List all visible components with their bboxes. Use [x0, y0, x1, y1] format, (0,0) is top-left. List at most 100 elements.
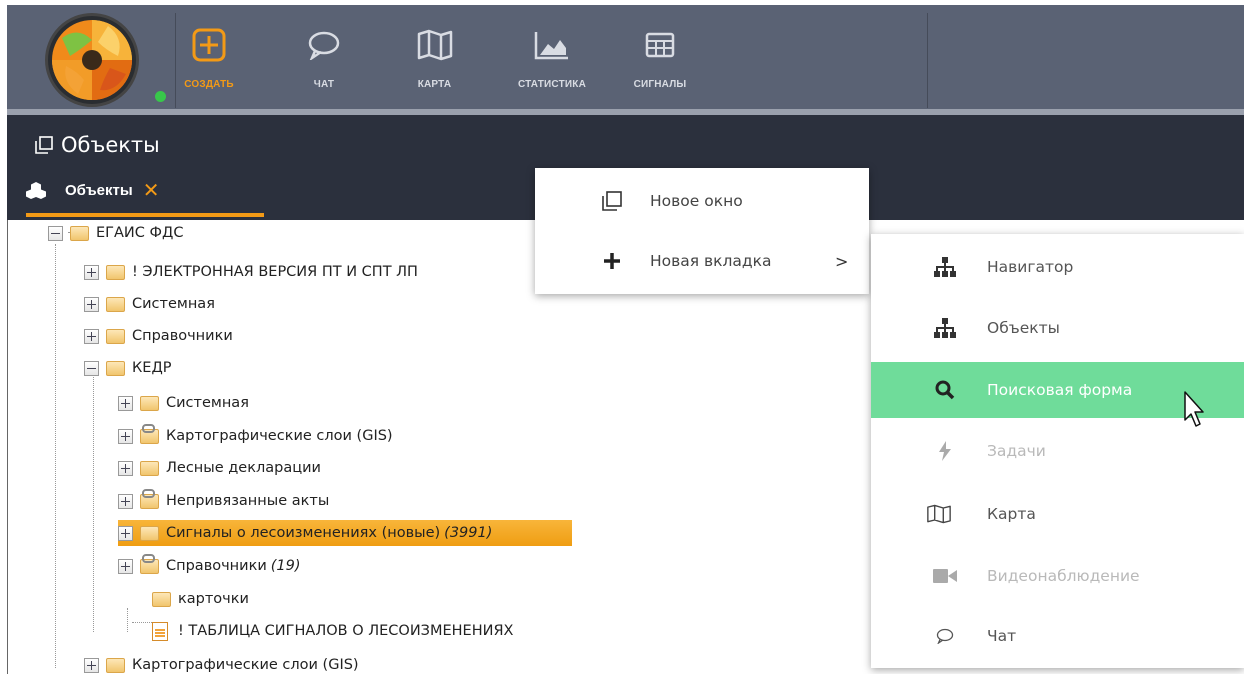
tree-node-label: КЕДР	[132, 360, 172, 376]
submenu-item-label: Задачи	[987, 442, 1046, 460]
signals-label: СИГНАЛЫ	[633, 79, 687, 90]
create-button[interactable]: СОЗДАТЬ	[179, 13, 239, 108]
expand-icon[interactable]	[118, 558, 133, 574]
new-tab-submenu: Навигатор Объекты Поисковая форма Задачи…	[871, 234, 1244, 668]
tree-guide-line	[93, 374, 94, 632]
folder-icon	[70, 225, 89, 241]
submenu-item-label: Объекты	[987, 319, 1060, 337]
tree-node[interactable]: Картографические слои (GIS)	[118, 423, 393, 449]
plus-square-icon	[189, 25, 229, 65]
submenu-item-objects[interactable]: Объекты	[871, 303, 1244, 353]
aperture-logo-icon	[52, 20, 132, 100]
tree-node-label: Справочники	[166, 558, 267, 574]
cubes-icon	[26, 182, 46, 199]
lightning-icon	[933, 439, 957, 463]
submenu-item-label: Видеонаблюдение	[987, 567, 1140, 585]
expand-icon[interactable]	[118, 525, 133, 541]
folder-icon	[106, 296, 125, 312]
context-menu: Новое окно Новая вкладка >	[535, 168, 869, 294]
folder-icon	[106, 328, 125, 344]
folder-icon	[152, 591, 171, 607]
folder-icon	[140, 395, 159, 411]
submenu-item-map[interactable]: Карта	[871, 489, 1244, 539]
submenu-item-navigator[interactable]: Навигатор	[871, 242, 1244, 292]
tree-node[interactable]: карточки	[152, 586, 249, 612]
tab-objects[interactable]: Объекты ✕	[26, 170, 159, 210]
tree-node[interactable]: ЕГАИС ФДС	[48, 220, 183, 246]
tree-guide-line	[55, 244, 56, 668]
tree-node[interactable]: Непривязанные акты	[118, 488, 329, 514]
tree-node-label: карточки	[178, 591, 249, 607]
expand-icon[interactable]	[84, 328, 99, 344]
tree-node-label: Системная	[166, 395, 249, 411]
map-icon	[415, 25, 455, 65]
statistics-label: СТАТИСТИКА	[517, 79, 587, 90]
submenu-item-label: Чат	[987, 627, 1017, 645]
page-title-text: Объекты	[61, 133, 160, 157]
tree-node[interactable]: ! ЭЛЕКТРОННАЯ ВЕРСИЯ ПТ И СПТ ЛП	[84, 259, 418, 285]
expand-icon[interactable]	[118, 493, 133, 509]
tree-node-label: Картографические слои (GIS)	[166, 428, 393, 444]
expand-icon[interactable]	[118, 460, 133, 476]
tree-node[interactable]: Справочники (19)	[118, 553, 301, 579]
submenu-item-video: Видеонаблюдение	[871, 551, 1244, 601]
toolbar-divider	[927, 13, 928, 108]
windows-icon	[35, 136, 53, 154]
chat-label: ЧАТ	[313, 79, 335, 90]
tree-node-selected[interactable]: Сигналы о лесоизменениях (новые) (3991)	[118, 520, 572, 546]
create-label: СОЗДАТЬ	[184, 79, 234, 90]
linked-folder-icon	[140, 423, 159, 444]
online-status-dot	[155, 91, 166, 102]
submenu-item-label: Поисковая форма	[987, 381, 1133, 399]
statistics-button[interactable]: СТАТИСТИКА	[507, 13, 597, 108]
expand-icon[interactable]	[118, 395, 133, 411]
menu-item-new-window[interactable]: Новое окно	[535, 170, 869, 232]
folder-icon	[106, 264, 125, 280]
plus-icon	[604, 253, 620, 269]
menu-item-label: Новое окно	[650, 192, 743, 210]
area-chart-icon	[532, 25, 572, 65]
collapse-icon[interactable]	[48, 225, 63, 241]
tree-node-label: ЕГАИС ФДС	[96, 225, 184, 241]
tree-node[interactable]: Справочники	[84, 323, 233, 349]
tree-node[interactable]: Системная	[84, 291, 215, 317]
tree-node-label: Непривязанные акты	[166, 493, 330, 509]
new-window-icon	[602, 191, 622, 211]
submenu-item-tasks: Задачи	[871, 426, 1244, 476]
tree-node-label: Лесные декларации	[166, 460, 321, 476]
chat-bubble-icon	[304, 25, 344, 65]
tree-node[interactable]: ! ТАБЛИЦА СИГНАЛОВ О ЛЕСОИЗМЕНЕНИЯХ	[150, 618, 513, 644]
linked-folder-icon	[140, 553, 159, 574]
table-grid-icon	[640, 25, 680, 65]
chat-bubble-icon	[933, 624, 957, 648]
signals-button[interactable]: СИГНАЛЫ	[625, 13, 695, 108]
map-label: КАРТА	[417, 79, 452, 90]
submenu-item-chat[interactable]: Чат	[871, 611, 1244, 661]
tab-close-icon[interactable]: ✕	[143, 180, 160, 200]
mouse-cursor-icon	[1184, 391, 1204, 427]
submenu-item-label: Карта	[987, 505, 1036, 523]
folder-icon	[140, 525, 159, 541]
map-button[interactable]: КАРТА	[407, 13, 462, 108]
tree-node[interactable]: Лесные декларации	[118, 455, 321, 481]
map-icon	[927, 502, 951, 526]
expand-icon[interactable]	[84, 657, 99, 673]
expand-icon[interactable]	[84, 296, 99, 312]
app-logo[interactable]	[45, 13, 139, 107]
chat-button[interactable]: ЧАТ	[299, 13, 349, 108]
tree-node[interactable]: Системная	[118, 390, 249, 416]
tree-node[interactable]: Картографические слои (GIS)	[84, 652, 359, 674]
submenu-item-label: Навигатор	[987, 258, 1074, 276]
linked-folder-icon	[140, 488, 159, 509]
tree-node[interactable]: КЕДР	[84, 355, 172, 381]
video-camera-icon	[933, 564, 957, 588]
expand-icon[interactable]	[84, 264, 99, 280]
hierarchy-icon	[933, 316, 957, 340]
menu-item-label: Новая вкладка	[650, 252, 772, 270]
collapse-icon[interactable]	[84, 360, 99, 376]
tree-node-label: Картографические слои (GIS)	[132, 657, 359, 673]
top-toolbar: СОЗДАТЬ ЧАТ КАРТА СТАТИСТИКА СИГНАЛЫ	[7, 5, 1244, 115]
expand-icon[interactable]	[118, 428, 133, 444]
menu-item-new-tab[interactable]: Новая вкладка >	[535, 230, 869, 292]
hierarchy-icon	[933, 255, 957, 279]
